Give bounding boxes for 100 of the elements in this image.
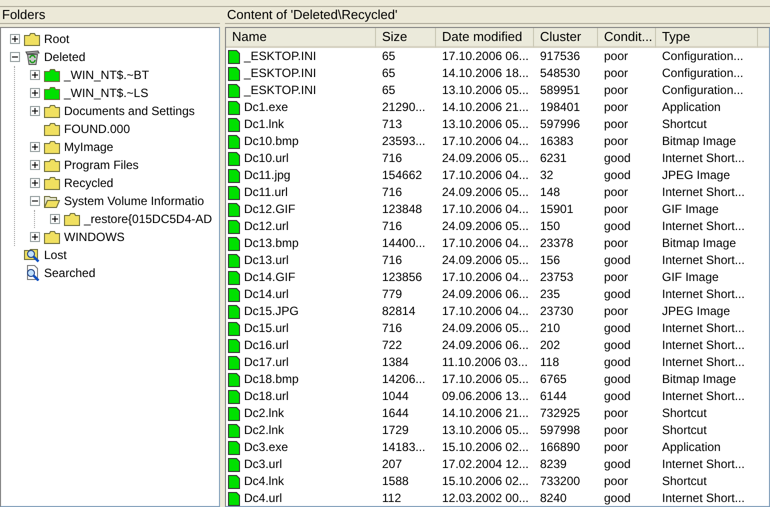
table-cell-text: poor — [603, 235, 630, 252]
table-cell-text: 17.10.2006 04... — [441, 269, 530, 286]
file-icon — [228, 372, 240, 386]
table-cell-text: 82814 — [381, 303, 416, 320]
file-icon — [228, 118, 240, 132]
table-cell-text: GIF Image — [661, 201, 720, 218]
table-cell-text: Internet Short... — [661, 184, 746, 201]
tree-item[interactable]: Searched — [43, 266, 96, 280]
table-cell-text: 11.10.2006 03... — [441, 354, 529, 371]
table-cell-text: 779 — [381, 286, 404, 303]
table-cell-text: poor — [603, 82, 630, 99]
file-icon — [228, 424, 240, 438]
column-header[interactable]: Date modified — [436, 28, 534, 48]
tree-item[interactable]: WINDOWS — [63, 230, 126, 244]
table-cell-text: 13.10.2006 05... — [441, 422, 530, 439]
table-cell-text: good — [603, 167, 632, 184]
expand-icon[interactable] — [30, 88, 40, 98]
expand-icon[interactable] — [30, 178, 40, 188]
column-header[interactable]: Type — [656, 28, 758, 48]
table-cell-text: 13.10.2006 05... — [441, 116, 530, 133]
file-name: _ESKTOP.INI — [244, 82, 316, 99]
file-name: _ESKTOP.INI — [244, 65, 316, 82]
table-cell-text: 589951 — [539, 82, 582, 99]
tree-item[interactable]: _WIN_NT$.~BT — [63, 68, 150, 82]
table-cell-text: Bitmap Image — [661, 235, 738, 252]
expand-icon[interactable] — [30, 70, 40, 80]
table-cell-text: 65 — [381, 65, 396, 82]
tree-item[interactable]: MyImage — [63, 140, 114, 154]
file-icon — [228, 134, 240, 148]
table-cell-text: 713 — [381, 116, 404, 133]
table-cell-text: 8239 — [539, 456, 568, 473]
table-cell-text: 24.09.2006 05... — [441, 252, 530, 269]
table-cell-text: good — [603, 354, 632, 371]
file-name: Dc13.url — [244, 252, 289, 269]
column-header[interactable]: Name — [226, 28, 376, 48]
expand-icon[interactable] — [30, 142, 40, 152]
tree-item[interactable]: _restore{015DC5D4-AD — [83, 212, 214, 226]
table-cell-text: 112 — [381, 490, 402, 506]
table-cell-text: good — [603, 252, 632, 269]
table-cell-text: good — [603, 388, 632, 405]
expand-icon[interactable] — [30, 160, 40, 170]
table-cell-text: 23753 — [539, 269, 574, 286]
table-cell-text: 24.09.2006 06... — [441, 286, 530, 303]
table-cell-text: 16383 — [539, 133, 574, 150]
table-cell-text: 12.03.2002 00... — [441, 490, 530, 506]
tree-item[interactable]: Deleted — [43, 50, 86, 64]
table-cell-text: poor — [603, 184, 630, 201]
file-name: Dc4.url — [244, 490, 282, 506]
tree-item[interactable]: Documents and Settings — [63, 104, 196, 118]
table-cell-text: 1644 — [381, 405, 410, 422]
file-icon — [228, 338, 240, 352]
table-cell-text: poor — [603, 473, 630, 490]
table-cell-text: 548530 — [539, 65, 582, 82]
table-cell-text: 24.09.2006 05... — [441, 150, 530, 167]
recycle-bin-icon — [24, 49, 40, 65]
expand-icon[interactable] — [50, 214, 60, 224]
column-header[interactable]: Condit... — [598, 28, 656, 48]
expand-icon[interactable] — [10, 34, 20, 44]
file-name: _ESKTOP.INI — [244, 48, 316, 65]
column-header[interactable]: Size — [376, 28, 436, 48]
tree-item[interactable]: Root — [43, 32, 70, 46]
table-cell-text: 235 — [539, 286, 562, 303]
table-cell-text: 732925 — [539, 405, 582, 422]
table-cell-text: poor — [603, 99, 630, 116]
table-cell-text: Configuration... — [661, 65, 744, 82]
file-name: Dc10.url — [244, 150, 289, 167]
tree-item[interactable]: _WIN_NT$.~LS — [63, 86, 150, 100]
table-cell-text: poor — [603, 269, 630, 286]
file-name: Dc12.GIF — [244, 201, 296, 218]
column-header[interactable]: Cluster — [534, 28, 598, 48]
table-cell-text: poor — [603, 65, 630, 82]
table-cell-text: 15901 — [539, 201, 574, 218]
expand-icon[interactable] — [30, 106, 40, 116]
table-cell-text: 1588 — [381, 473, 410, 490]
tree-item[interactable]: Recycled — [63, 176, 114, 190]
table-cell-text: Application — [661, 439, 722, 456]
file-name: Dc14.GIF — [244, 269, 296, 286]
tree-item[interactable]: Program Files — [63, 158, 140, 172]
file-name: Dc3.url — [244, 456, 282, 473]
table-cell-text: 17.10.2006 06... — [441, 48, 530, 65]
table-cell-text: 123848 — [381, 201, 424, 218]
tree-item[interactable]: System Volume Informatio — [63, 194, 206, 208]
table-cell-text: Bitmap Image — [661, 133, 738, 150]
tree-item[interactable]: FOUND.000 — [63, 122, 132, 136]
table-cell-text: 166890 — [539, 439, 582, 456]
table-cell-text: 23378 — [539, 235, 574, 252]
file-icon — [228, 168, 240, 182]
table-cell-text: 716 — [381, 150, 404, 167]
file-name: Dc2.lnk — [244, 422, 284, 439]
file-name: Dc3.exe — [244, 439, 288, 456]
table-cell-text: 716 — [381, 252, 404, 269]
table-cell-text: 32 — [539, 167, 554, 184]
tree-item[interactable]: Lost — [43, 248, 68, 262]
file-icon — [228, 356, 240, 370]
collapse-icon[interactable] — [10, 52, 20, 62]
table-cell-text: 6765 — [539, 371, 568, 388]
table-cell-text: poor — [603, 133, 630, 150]
file-icon — [228, 492, 240, 506]
expand-icon[interactable] — [30, 232, 40, 242]
collapse-icon[interactable] — [30, 196, 40, 206]
